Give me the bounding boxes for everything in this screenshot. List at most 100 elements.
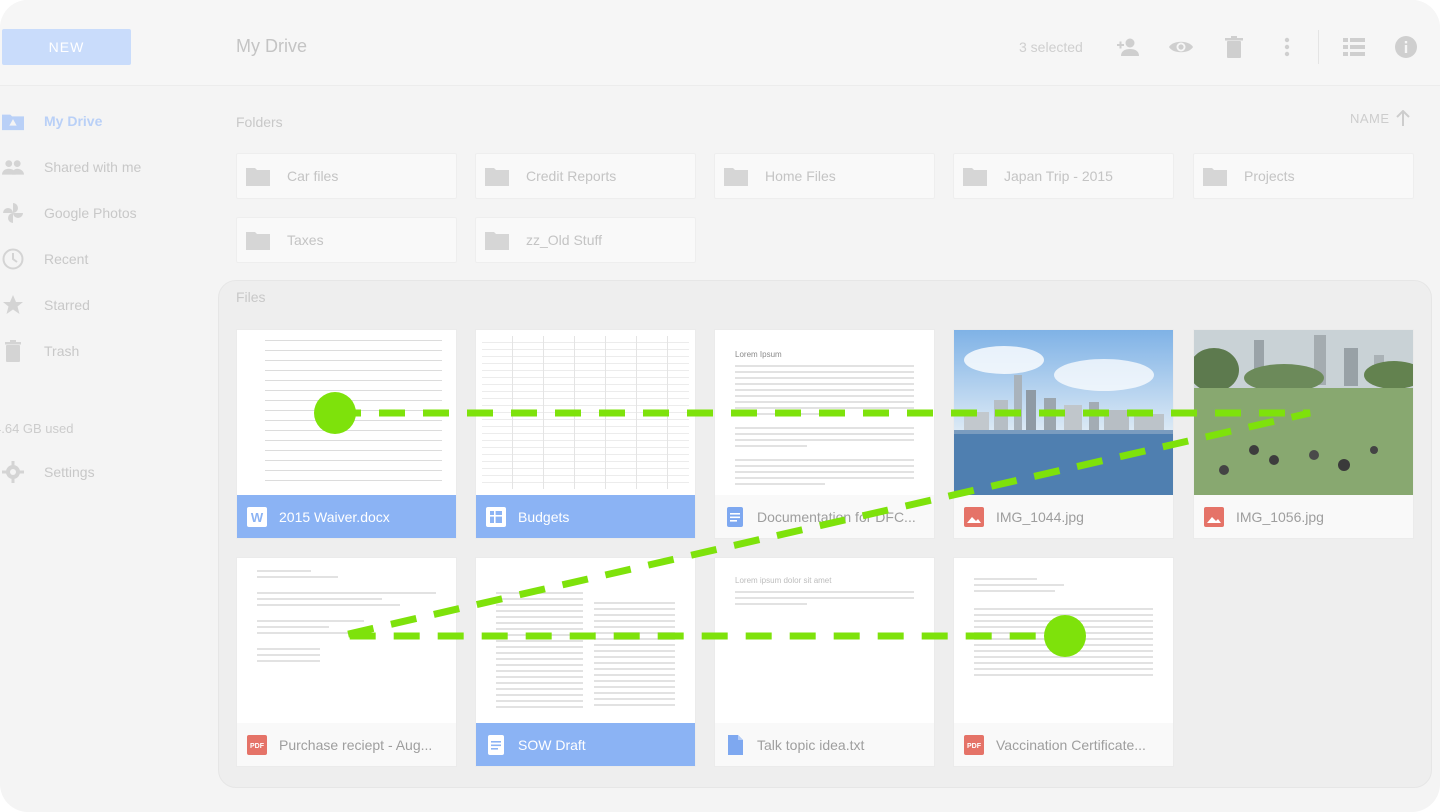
new-button[interactable]: NEW <box>2 29 131 65</box>
svg-text:PDF: PDF <box>967 743 982 750</box>
gear-icon <box>2 461 24 483</box>
file-name: IMG_1056.jpg <box>1236 508 1324 525</box>
sidebar-item-google-photos[interactable]: Google Photos <box>0 198 200 228</box>
file-card[interactable]: PDF Purchase reciept - Aug... <box>236 557 457 767</box>
file-thumbnail <box>237 330 456 495</box>
file-name: IMG_1044.jpg <box>996 508 1084 525</box>
doc-file-icon <box>488 734 504 755</box>
file-card[interactable]: W 2015 Waiver.docx <box>236 329 457 539</box>
sort-label: NAME <box>1350 110 1390 126</box>
folder-card[interactable]: Taxes <box>236 217 457 263</box>
file-thumbnail <box>237 558 456 723</box>
sidebar-item-starred[interactable]: Starred <box>0 290 200 320</box>
sort-by-name[interactable]: NAME <box>1350 110 1410 126</box>
trash-icon <box>2 340 24 362</box>
sidebar-item-label: Shared with me <box>44 159 142 175</box>
sidebar-item-label: Starred <box>44 297 90 313</box>
doc-file-icon <box>727 506 743 527</box>
sidebar-item-label: Trash <box>44 343 80 359</box>
folder-icon <box>485 232 509 250</box>
more-vert-icon[interactable] <box>1274 34 1300 60</box>
file-name: Talk topic idea.txt <box>757 736 865 753</box>
file-card[interactable]: Lorem Ipsum Documentation for DFC... <box>714 329 935 539</box>
folder-name: Japan Trip - 2015 <box>1004 168 1113 184</box>
folder-name: Projects <box>1244 168 1295 184</box>
sidebar-item-label: Settings <box>44 464 95 480</box>
drive-window: NEW My Drive 3 selected My Drive Shared … <box>0 0 1440 812</box>
folder-icon <box>724 168 748 186</box>
file-thumbnail: Lorem ipsum dolor sit amet <box>715 558 934 723</box>
sidebar-item-trash[interactable]: Trash <box>0 336 200 366</box>
sidebar-item-recent[interactable]: Recent <box>0 244 200 274</box>
sidebar-item-my-drive[interactable]: My Drive <box>0 106 200 136</box>
svg-text:PDF: PDF <box>250 743 265 750</box>
folder-name: zz_Old Stuff <box>526 232 603 248</box>
sheet-file-icon <box>486 506 506 527</box>
city-skyline-photo <box>954 330 1173 495</box>
file-name: 2015 Waiver.docx <box>279 508 390 525</box>
folder-card[interactable]: Projects <box>1193 153 1414 199</box>
file-thumbnail <box>476 558 695 723</box>
folder-card[interactable]: Home Files <box>714 153 935 199</box>
file-card[interactable]: IMG_1056.jpg <box>1193 329 1414 539</box>
folder-icon <box>963 168 987 186</box>
park-photo <box>1194 330 1413 495</box>
file-name: Purchase reciept - Aug... <box>279 736 433 753</box>
files-heading: Files <box>236 289 266 305</box>
folder-icon <box>485 168 509 186</box>
storage-usage: 4.64 GB used <box>0 421 74 436</box>
file-thumbnail <box>954 558 1173 723</box>
top-bar: NEW My Drive 3 selected <box>0 0 1440 86</box>
file-thumbnail: Lorem Ipsum <box>715 330 934 495</box>
sidebar-item-label: Recent <box>44 251 89 267</box>
folder-name: Car files <box>287 168 339 184</box>
file-card[interactable]: Lorem ipsum dolor sit amet Talk topic id… <box>714 557 935 767</box>
arrow-up-icon <box>1395 110 1410 126</box>
folder-icon <box>246 168 270 186</box>
file-card[interactable]: SOW Draft <box>475 557 696 767</box>
file-card[interactable]: IMG_1044.jpg <box>953 329 1174 539</box>
folder-name: Home Files <box>765 168 836 184</box>
pdf-file-icon: PDF <box>247 734 267 755</box>
file-name: Documentation for DFC... <box>757 508 916 525</box>
pinwheel-icon <box>2 202 24 224</box>
file-name: Vaccination Certificate... <box>996 736 1146 753</box>
sidebar-item-label: My Drive <box>44 113 103 129</box>
folder-card[interactable]: Car files <box>236 153 457 199</box>
people-icon <box>2 156 24 178</box>
add-person-icon[interactable] <box>1115 34 1141 60</box>
toolbar-divider <box>1318 30 1319 64</box>
folder-card[interactable]: Japan Trip - 2015 <box>953 153 1174 199</box>
folder-name: Credit Reports <box>526 168 617 184</box>
file-thumbnail <box>476 330 695 495</box>
image-file-icon <box>964 506 984 527</box>
selection-count: 3 selected <box>1019 39 1083 55</box>
file-thumbnail <box>954 330 1173 495</box>
sidebar-item-settings[interactable]: Settings <box>0 457 200 487</box>
page-title: My Drive <box>236 36 307 56</box>
clock-icon <box>2 248 24 270</box>
file-card[interactable]: Budgets <box>475 329 696 539</box>
trash-icon[interactable] <box>1221 34 1247 60</box>
eye-icon[interactable] <box>1168 34 1194 60</box>
info-icon[interactable] <box>1393 34 1419 60</box>
folder-name: Taxes <box>287 232 324 248</box>
file-thumbnail <box>1194 330 1413 495</box>
star-icon <box>2 294 24 316</box>
word-file-icon: W <box>247 506 267 527</box>
sidebar-item-label: Google Photos <box>44 205 137 221</box>
drive-icon <box>2 110 24 132</box>
folder-icon <box>1203 168 1227 186</box>
folder-card[interactable]: zz_Old Stuff <box>475 217 696 263</box>
pdf-file-icon: PDF <box>964 734 984 755</box>
thumb-title: Lorem ipsum dolor sit amet <box>735 576 832 585</box>
file-card[interactable]: PDF Vaccination Certificate... <box>953 557 1174 767</box>
folder-icon <box>246 232 270 250</box>
folder-card[interactable]: Credit Reports <box>475 153 696 199</box>
sidebar-item-shared[interactable]: Shared with me <box>0 152 200 182</box>
image-file-icon <box>1204 506 1224 527</box>
text-file-icon <box>728 734 743 755</box>
folders-heading: Folders <box>236 114 283 130</box>
thumb-title: Lorem Ipsum <box>735 350 782 359</box>
list-view-icon[interactable] <box>1341 34 1367 60</box>
